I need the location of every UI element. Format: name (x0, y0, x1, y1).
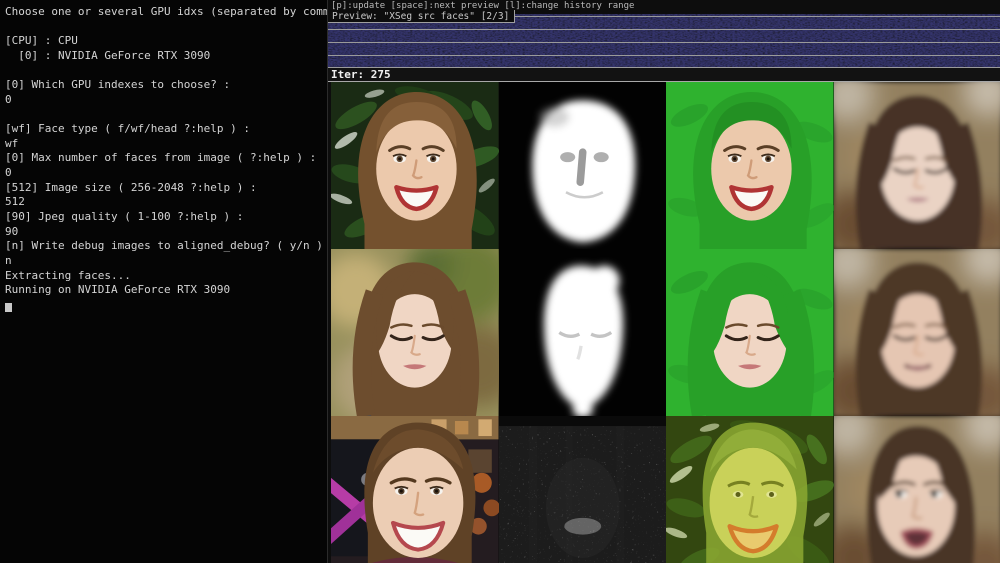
xseg-mask-2 (498, 249, 666, 416)
predicted-face-2 (833, 249, 1000, 416)
src-face-3 (331, 416, 499, 563)
preview-window[interactable]: [p]:update [space]:next preview [l]:chan… (327, 0, 1000, 563)
predicted-face-1 (833, 82, 1000, 249)
masked-face-1 (666, 82, 834, 249)
predicted-face-3 (833, 416, 1000, 563)
xseg-mask-1 (498, 82, 666, 249)
graph-gridline (328, 55, 1000, 56)
console-cursor (5, 302, 12, 312)
src-face-1 (331, 82, 499, 249)
graph-gridline (328, 42, 1000, 43)
preview-title: Preview: "XSeg src faces" [2/3] (328, 10, 516, 23)
xseg-mask-3 (498, 416, 666, 563)
masked-face-2 (666, 249, 834, 416)
iteration-counter: Iter: 275 (328, 68, 1000, 82)
src-face-2 (331, 249, 499, 416)
preview-grid (331, 82, 1000, 563)
graph-gridline (328, 29, 1000, 30)
masked-face-3 (666, 416, 834, 563)
